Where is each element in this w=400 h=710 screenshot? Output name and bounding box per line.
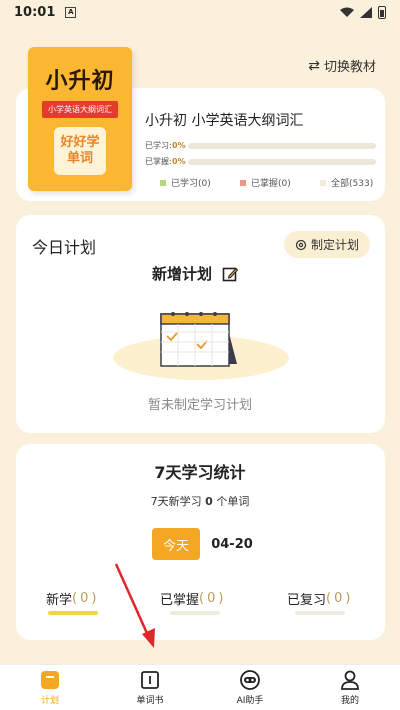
legend-mastered: 已掌握(0): [240, 176, 291, 189]
stat-new-label: 新学: [46, 593, 73, 608]
status-time: 10:01: [14, 4, 56, 20]
stat-new-bar: [48, 611, 98, 615]
stat-reviewed-bar: [295, 611, 345, 615]
tab-plan[interactable]: 计划: [0, 665, 100, 710]
mastered-progress-bar: [188, 158, 376, 165]
mastered-progress: 已掌握: 0%: [145, 156, 376, 167]
stat-mastered-bar: [170, 611, 220, 615]
cover-box-line1: 好好学: [60, 135, 100, 150]
signal-icon: [360, 6, 372, 18]
annotation-arrow-icon: [114, 563, 155, 648]
switch-textbook-label: 切换教材: [323, 60, 376, 75]
date-tab[interactable]: 04-20: [206, 528, 258, 560]
legend-learned-label: 已学习(0): [171, 179, 211, 189]
learned-progress: 已学习: 0%: [145, 140, 376, 151]
cover-box: 好好学 单词: [54, 127, 106, 175]
legend-mastered-label: 已掌握(0): [251, 179, 291, 189]
new-plan-button[interactable]: 新增计划: [152, 263, 239, 284]
status-bar: 10:01 A: [0, 0, 400, 24]
stat-reviewed-count: 0: [334, 591, 343, 606]
battery-icon: [378, 5, 386, 19]
weekly-stats-summary: 7天新学习 0 个单词: [0, 493, 400, 509]
user-icon: [341, 670, 359, 690]
stat-new: 新学 (0): [46, 591, 97, 608]
stat-reviewed-label: 已复习: [287, 593, 327, 608]
mastered-label: 已掌握:: [145, 157, 172, 166]
tab-ai-assistant[interactable]: AI助手: [200, 665, 300, 710]
legend-learned-swatch: [160, 179, 166, 186]
today-tab[interactable]: 今天: [152, 528, 200, 560]
book-cover[interactable]: 小升初 小学英语大纲词汇 好好学 单词: [28, 47, 132, 191]
weekly-stats-title: 7天学习统计: [154, 463, 246, 482]
today-plan-title: 今日计划: [32, 238, 97, 257]
cover-title: 小升初: [45, 69, 115, 94]
legend-mastered-swatch: [240, 179, 246, 186]
settings-icon: [295, 239, 307, 250]
stat-mastered-label: 已掌握: [160, 593, 200, 608]
cover-subtitle: 小学英语大纲词汇: [42, 101, 118, 118]
legend-all-label: 全部(533): [331, 179, 374, 189]
stat-mastered: 已掌握 (0): [160, 591, 224, 608]
empty-plan-text: 暂未制定学习计划: [147, 398, 252, 413]
tab-me[interactable]: 我的: [300, 665, 400, 710]
set-plan-button[interactable]: 制定计划: [284, 231, 370, 258]
book-name: 小升初 小学英语大纲词汇: [145, 113, 304, 129]
legend-all: 全部(533): [320, 176, 373, 189]
edit-icon: [222, 267, 239, 281]
new-plan-label: 新增计划: [152, 265, 213, 283]
learned-label: 已学习:: [145, 141, 172, 150]
summary-suffix: 个单词: [216, 495, 250, 508]
tab-wordbook[interactable]: 单词书: [100, 665, 200, 710]
set-plan-label: 制定计划: [310, 238, 359, 252]
tab-wordbook-label: 单词书: [136, 696, 164, 706]
legend-learned: 已学习(0): [160, 176, 211, 189]
robot-icon: [240, 670, 260, 690]
summary-prefix: 7天新学习: [150, 495, 202, 508]
calendar-illustration: [113, 312, 289, 380]
cover-box-line2: 单词: [66, 151, 93, 166]
stat-new-count: 0: [80, 591, 89, 606]
switch-textbook-button[interactable]: ⇄ 切换教材: [308, 56, 376, 76]
tab-me-label: 我的: [340, 696, 359, 706]
mastered-percent: 0%: [172, 157, 186, 166]
stat-reviewed: 已复习 (0): [287, 591, 351, 608]
wifi-icon: [340, 7, 354, 17]
learned-percent: 0%: [172, 141, 186, 150]
legend-all-swatch: [320, 179, 326, 186]
swap-icon: ⇄: [308, 57, 320, 74]
plan-icon: [41, 671, 59, 689]
learned-progress-bar: [188, 142, 376, 149]
tab-ai-assistant-label: AI助手: [236, 696, 264, 706]
notification-icon: A: [65, 6, 77, 18]
bottom-tab-bar: 计划 单词书 AI助手 我的: [0, 664, 400, 710]
book-icon: [141, 671, 159, 689]
tab-plan-label: 计划: [40, 696, 59, 706]
summary-count: 0: [205, 495, 213, 508]
stat-mastered-count: 0: [207, 591, 216, 606]
